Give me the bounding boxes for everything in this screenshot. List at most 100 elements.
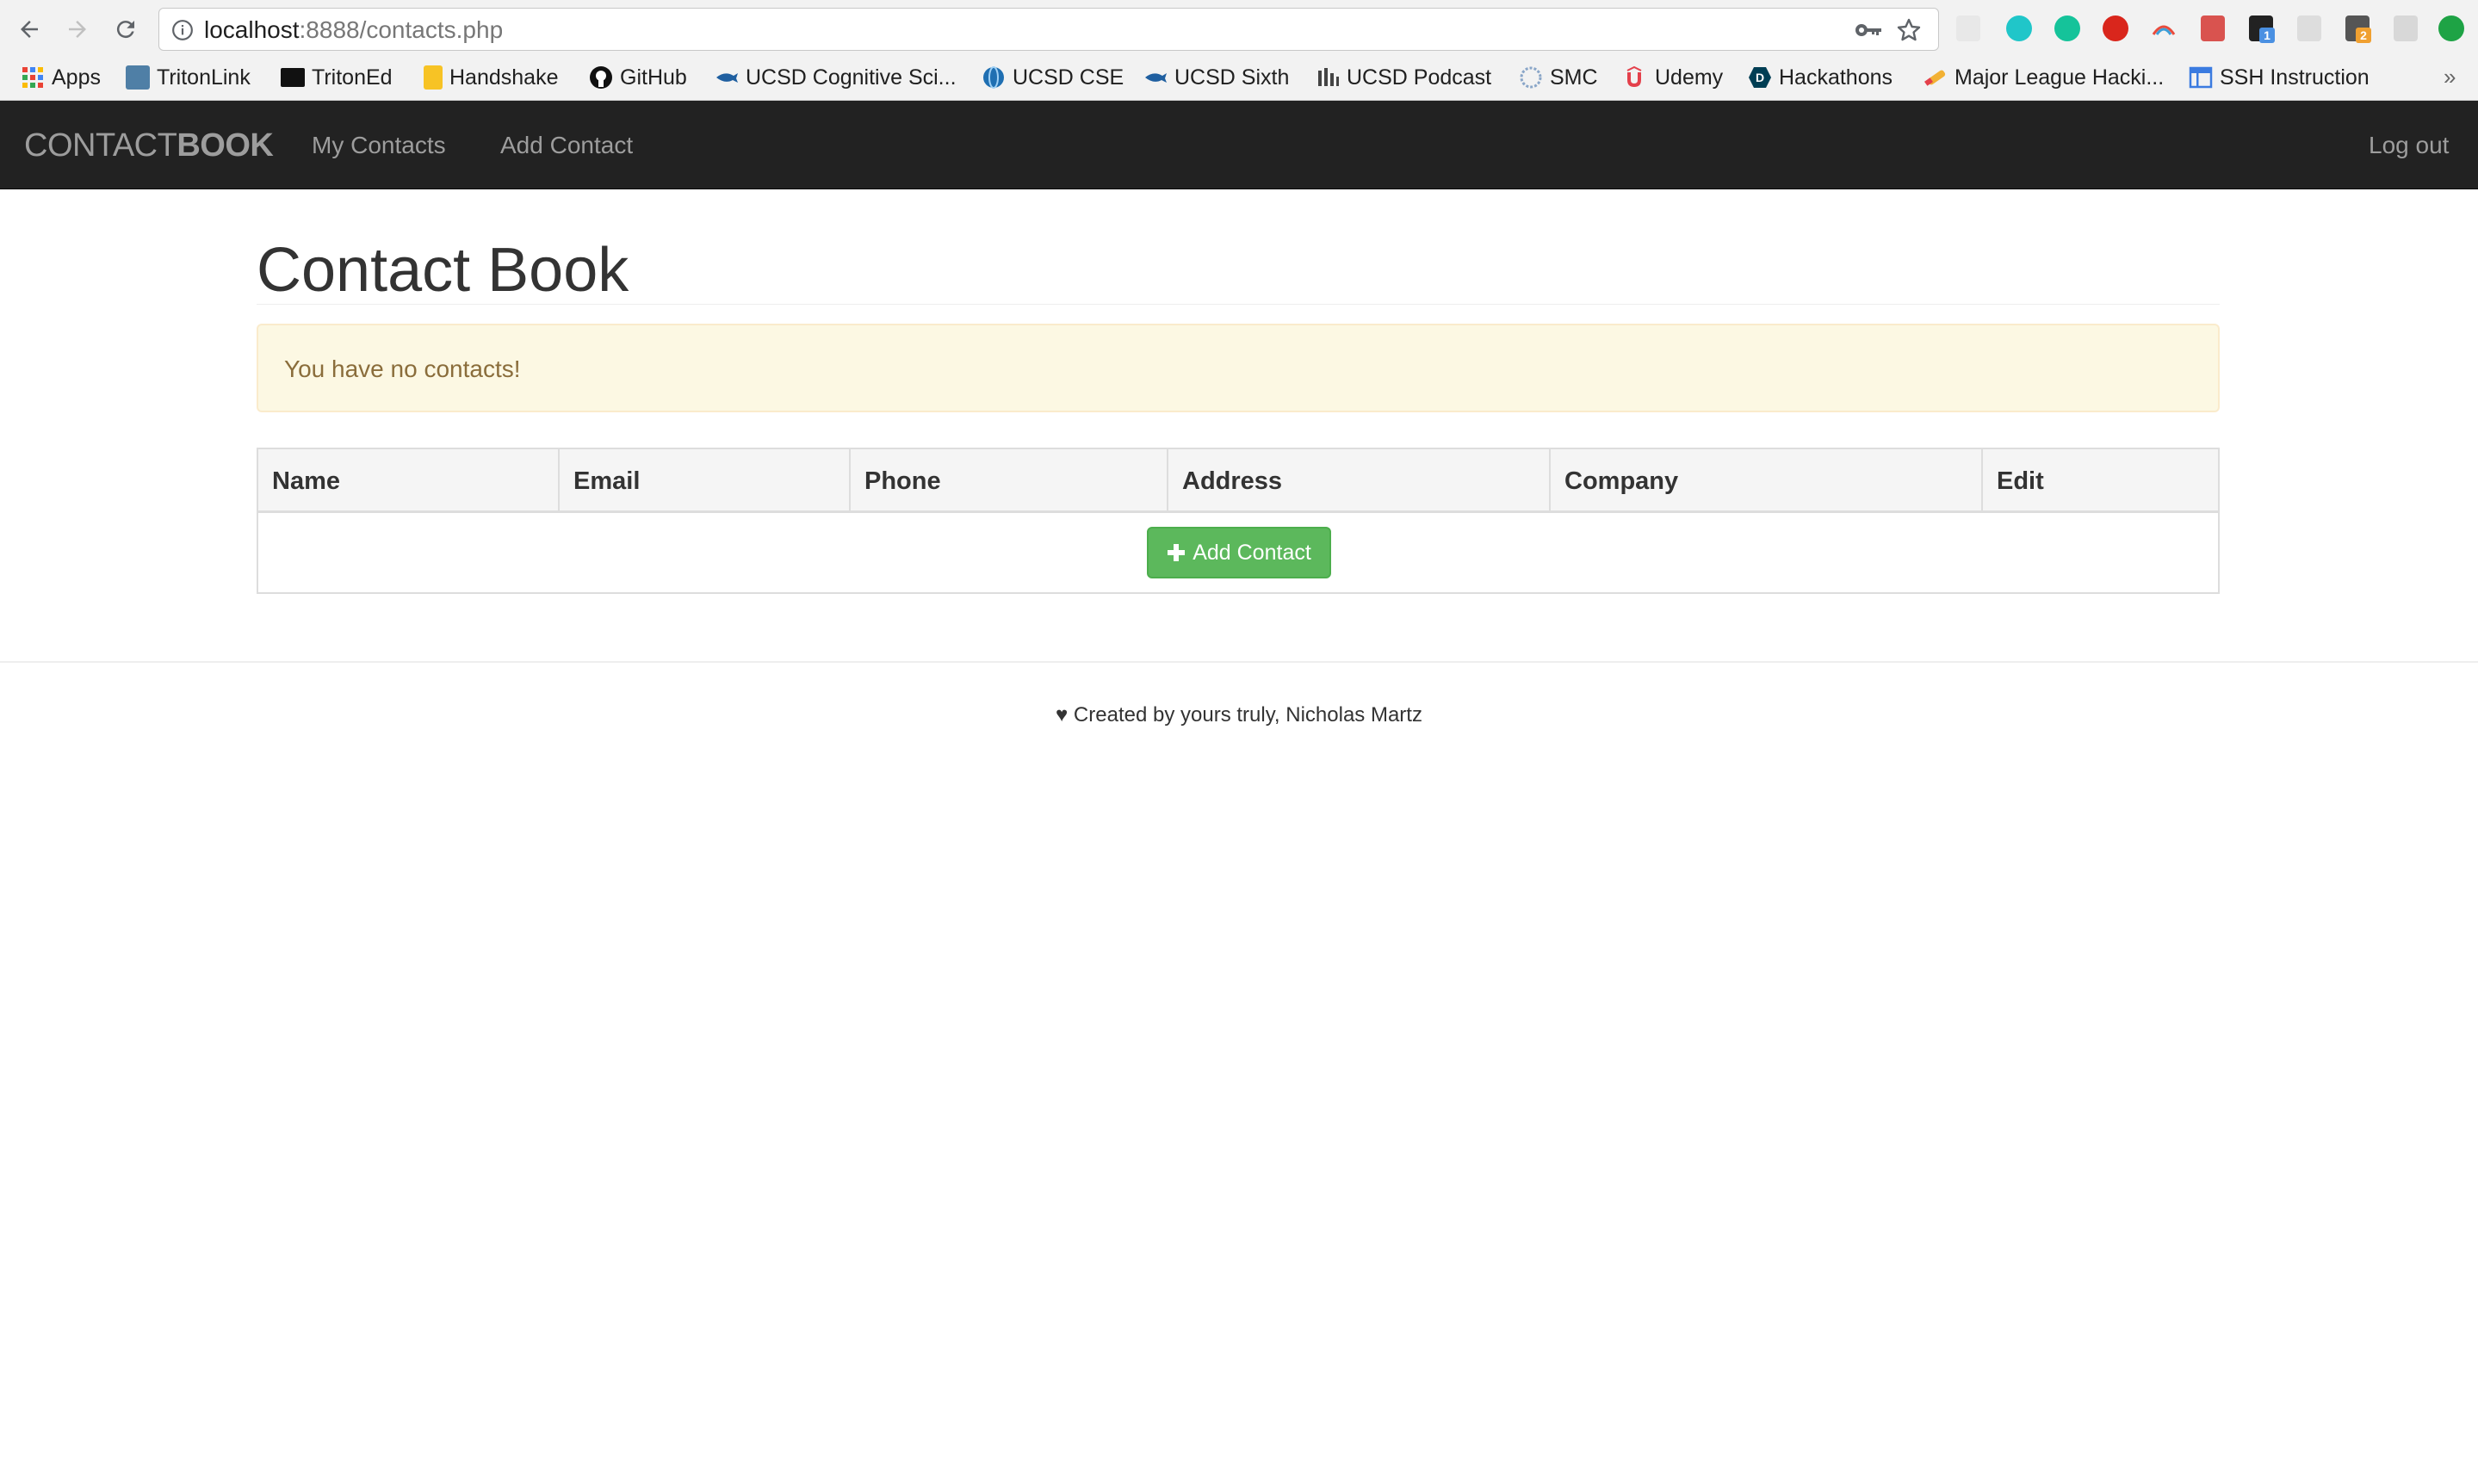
column-header-phone: Phone bbox=[851, 449, 1168, 513]
bookmark-label: Hackathons bbox=[1779, 65, 1893, 90]
bookmark-hackathons[interactable]: D Hackathons bbox=[1748, 64, 1893, 91]
add-contact-label: Add Contact bbox=[1193, 540, 1311, 565]
browser-chrome: localhost:8888/contacts.php 1 2 Apps Tri… bbox=[0, 0, 2478, 101]
bookmark-label: UCSD CSE bbox=[1013, 65, 1124, 90]
table-header: Name Email Phone Address Company Edit bbox=[258, 449, 2218, 513]
adblock-icon[interactable] bbox=[2103, 15, 2128, 41]
bookmark-udemy[interactable]: Udemy bbox=[1624, 64, 1723, 91]
nav-add-contact[interactable]: Add Contact bbox=[500, 130, 633, 161]
bookmark-ucsd-cogsci[interactable]: UCSD Cognitive Sci... bbox=[715, 64, 957, 91]
extension-book-icon[interactable] bbox=[2201, 15, 2225, 41]
bookmark-mlh[interactable]: Major League Hacki... bbox=[1924, 64, 2164, 91]
podcast-icon bbox=[1318, 68, 1339, 86]
page-title: Contact Book bbox=[257, 236, 629, 305]
nav-my-contacts[interactable]: My Contacts bbox=[312, 130, 446, 161]
column-header-company: Company bbox=[1551, 449, 1983, 513]
footer-text: ♥ Created by yours truly, Nicholas Martz bbox=[1056, 703, 1422, 727]
page-header: Contact Book bbox=[257, 229, 2220, 305]
arrow-right-icon bbox=[69, 21, 86, 38]
handshake-icon bbox=[424, 65, 443, 90]
globe-icon bbox=[983, 66, 1004, 89]
address-bar[interactable]: localhost:8888/contacts.php bbox=[158, 8, 1939, 51]
reload-button[interactable] bbox=[108, 12, 143, 46]
tritonlink-icon bbox=[126, 65, 150, 90]
bookmark-label: GitHub bbox=[620, 65, 687, 90]
bookmark-handshake[interactable]: Handshake bbox=[424, 64, 558, 91]
bookmark-label: UCSD Cognitive Sci... bbox=[746, 65, 957, 90]
forward-button[interactable] bbox=[60, 12, 95, 46]
bookmark-tritonlink[interactable]: TritonLink bbox=[126, 64, 251, 91]
bookmark-label: SSH Instruction bbox=[2220, 65, 2370, 90]
url-text[interactable]: localhost:8888/contacts.php bbox=[204, 17, 503, 43]
bookmark-label: Handshake bbox=[449, 65, 559, 90]
github-icon bbox=[590, 66, 612, 89]
bookmark-label: UCSD Sixth bbox=[1174, 65, 1290, 90]
extension-refresh-icon[interactable] bbox=[2394, 15, 2418, 41]
add-contact-button[interactable]: Add Contact bbox=[1147, 527, 1331, 578]
mlh-icon bbox=[1924, 70, 1946, 86]
bookmark-smc[interactable]: SMC bbox=[1519, 64, 1598, 91]
rainbow-icon bbox=[2152, 25, 2176, 35]
contacts-table: Name Email Phone Address Company Edit Ad… bbox=[257, 448, 2220, 594]
extension-gray-icon[interactable] bbox=[2297, 15, 2321, 41]
extension-puzzle-icon[interactable] bbox=[1956, 15, 1980, 41]
column-header-address: Address bbox=[1168, 449, 1551, 513]
column-label: Company bbox=[1564, 467, 1679, 495]
footer-divider bbox=[0, 661, 2478, 663]
star-icon[interactable] bbox=[1895, 16, 1923, 44]
column-label: Email bbox=[573, 467, 641, 495]
extension-rainbow-icon[interactable] bbox=[2151, 15, 2176, 41]
empty-alert: You have no contacts! bbox=[257, 324, 2220, 412]
extension-m-icon[interactable] bbox=[2006, 15, 2032, 41]
blackboard-icon bbox=[281, 68, 305, 87]
brand-bold-text: BOOK bbox=[177, 127, 274, 164]
smc-icon bbox=[1520, 66, 1542, 89]
brand-light-text: CONTACT bbox=[24, 127, 177, 164]
url-host: localhost bbox=[204, 16, 300, 43]
brand-logo[interactable]: CONTACTBOOK bbox=[24, 127, 274, 164]
badge-2: 2 bbox=[2356, 28, 2371, 43]
info-icon[interactable] bbox=[171, 19, 194, 41]
logout-link[interactable]: Log out bbox=[2369, 130, 2449, 161]
svg-text:D: D bbox=[1756, 71, 1764, 84]
arrow-left-icon bbox=[21, 21, 38, 38]
bookmarks-overflow-button[interactable]: » bbox=[2444, 64, 2456, 90]
plus-icon bbox=[1168, 544, 1186, 561]
bookmark-ucsd-cse[interactable]: UCSD CSE bbox=[982, 64, 1124, 91]
apps-grid-icon bbox=[22, 67, 43, 88]
bookmark-label: UCSD Podcast bbox=[1347, 65, 1492, 90]
column-header-name: Name bbox=[258, 449, 560, 513]
app-navbar: CONTACTBOOK My Contacts Add Contact Log … bbox=[0, 101, 2478, 189]
bookmark-apps[interactable]: Apps bbox=[21, 64, 101, 91]
bookmark-label: Udemy bbox=[1655, 65, 1724, 90]
bookmark-ucsd-sixth[interactable]: UCSD Sixth bbox=[1143, 64, 1289, 91]
url-path: :8888/contacts.php bbox=[299, 16, 504, 43]
udemy-icon bbox=[1626, 65, 1642, 88]
key-icon[interactable] bbox=[1854, 19, 1883, 41]
window-icon bbox=[2189, 66, 2213, 89]
badge-1: 1 bbox=[2259, 28, 2275, 43]
reload-icon bbox=[116, 21, 134, 39]
column-label: Phone bbox=[864, 467, 941, 495]
bookmark-label: Apps bbox=[52, 65, 101, 90]
column-label: Address bbox=[1182, 467, 1283, 495]
bookmark-label: TritonLink bbox=[157, 65, 251, 90]
ucsd-fish-icon bbox=[1145, 73, 1167, 83]
column-header-email: Email bbox=[560, 449, 851, 513]
extension-sign-icon[interactable]: 2 bbox=[2345, 15, 2371, 43]
bookmarks-bar: Apps TritonLink TritonEd Handshake GitHu… bbox=[0, 60, 2478, 95]
bookmark-tritoned[interactable]: TritonEd bbox=[281, 64, 393, 91]
alert-message: You have no contacts! bbox=[284, 356, 521, 382]
grammarly-icon[interactable] bbox=[2054, 15, 2080, 41]
column-header-edit: Edit bbox=[1983, 449, 2218, 513]
bookmark-github[interactable]: GitHub bbox=[589, 64, 687, 91]
column-label: Name bbox=[272, 467, 340, 495]
back-button[interactable] bbox=[12, 12, 46, 46]
bookmark-ucsd-podcast[interactable]: UCSD Podcast bbox=[1316, 64, 1491, 91]
extension-upload-icon[interactable] bbox=[2438, 15, 2464, 41]
extension-evernote-icon[interactable]: 1 bbox=[2249, 15, 2275, 43]
bookmark-ssh-instruction[interactable]: SSH Instruction bbox=[2189, 64, 2370, 91]
bookmark-label: SMC bbox=[1550, 65, 1598, 90]
bookmark-label: Major League Hacki... bbox=[1955, 65, 2165, 90]
bookmark-label: TritonEd bbox=[312, 65, 393, 90]
